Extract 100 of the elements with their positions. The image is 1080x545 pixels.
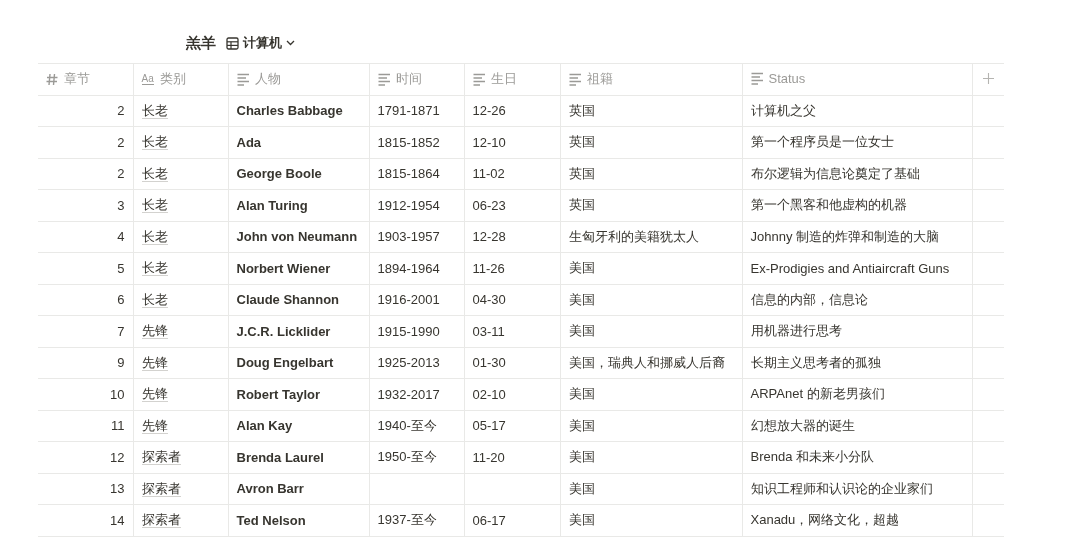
table-cell: Ada [236,134,262,150]
category-link[interactable]: 长老 [141,260,168,277]
chapter-number: 4 [117,229,125,245]
chapter-number: 12 [110,449,125,465]
table-cell: Doug Engelbart [236,355,334,371]
table-cell: Alan Kay [236,418,293,434]
table-cell: 05-17 [472,418,506,434]
table-cell: 1937-至今 [377,512,437,528]
table-cell: 英国 [568,102,595,118]
table-cell: 01-30 [472,355,506,371]
table-cell: 12-26 [472,103,506,119]
plus-icon [982,72,994,84]
table-cell: 布尔逻辑为信息论奠定了基础 [750,165,920,181]
table-cell: 美国 [568,260,595,276]
table-cell: Brenda 和未来小分队 [750,449,875,465]
table-cell: 美国 [568,449,595,465]
table-cell: 第一个程序员是一位女士 [750,134,894,150]
table-cell: 美国 [568,480,595,496]
lines-icon [472,72,485,86]
table-cell: 英国 [568,134,595,150]
table-cell: 1894-1964 [377,260,440,276]
category-link[interactable]: 长老 [141,134,168,151]
table-cell: 1940-至今 [377,417,437,433]
add-column-button[interactable] [982,72,994,84]
table-cell: 1912-1954 [377,197,440,213]
table-cell: 11-02 [472,166,505,182]
table-cell: 信息的内部，信息论 [750,291,868,307]
lines-icon [568,72,581,86]
table-cell: George Boole [236,166,322,182]
table-cell: 1932-2017 [377,386,440,402]
table-cell: ARPAnet 的新老男孩们 [750,386,885,402]
table-cell: 英国 [568,165,595,181]
table-cell: 11-20 [472,449,505,465]
table-cell: Xanadu，网络文化，超越 [750,512,900,528]
chapter-number: 3 [117,197,125,213]
table-cell: 第一个黑客和他虚构的机器 [750,197,907,213]
category-link[interactable]: 长老 [141,102,168,119]
table-cell: 1791-1871 [377,103,440,119]
category-link[interactable]: 先锋 [141,323,168,340]
table-cell: 12-28 [472,229,506,245]
chapter-number: 7 [117,323,125,339]
table-cell: 美国 [568,291,595,307]
category-link[interactable]: 长老 [141,165,168,182]
table-cell: 计算机之父 [750,102,816,118]
category-link[interactable]: 长老 [141,197,168,214]
table-cell: 1950-至今 [377,449,437,465]
table-cell: 12-10 [472,134,506,150]
chapter-number: 5 [117,260,125,276]
table-cell: Robert Taylor [236,386,321,402]
chapter-number: 2 [117,103,125,119]
table-cell: 美国 [568,323,595,339]
table-cell: 生匈牙利的美籍犹太人 [568,228,699,244]
table-cell: 11-26 [472,260,505,276]
chapter-number: 13 [110,481,125,497]
chevron-down-icon [286,40,295,46]
table-cell: J.C.R. Licklider [236,323,331,339]
table-cell: 美国 [568,417,595,433]
table-cell: 长期主义思考者的孤独 [750,354,881,370]
table-cell: 03-11 [472,323,505,339]
chapter-number: 6 [117,292,125,308]
hash-icon [46,72,58,86]
table-cell: Ex-Prodigies and Antiaircraft Guns [750,260,950,276]
chapter-number: 10 [110,386,125,402]
lines-icon [750,71,763,85]
view-selector[interactable]: 计算机 [226,34,295,52]
table-cell: 1815-1852 [377,134,440,150]
category-link[interactable]: 长老 [141,228,168,245]
table-cell: 英国 [568,197,595,213]
database-title: 羔羊 [186,33,216,53]
table-cell: Avron Barr [236,481,304,497]
table-cell: Charles Babbage [236,103,343,119]
lines-icon [236,72,249,86]
chapter-number: 11 [111,418,125,434]
chapter-number: 9 [117,355,125,371]
table-cell: 美国，瑞典人和挪威人后裔 [568,354,725,370]
table-cell: Ted Nelson [236,512,306,528]
table-cell: 1916-2001 [377,292,440,308]
chapter-number: 2 [117,166,125,182]
lines-icon [377,72,390,86]
category-link[interactable]: 先锋 [141,354,168,371]
table-cell: 幻想放大器的诞生 [750,417,855,433]
category-link[interactable]: 先锋 [141,386,168,403]
table-cell: John von Neumann [236,229,358,245]
category-link[interactable]: 长老 [141,291,168,308]
table-cell: Claude Shannon [236,292,340,308]
table-cell: 1915-1990 [377,323,440,339]
table-cell: 04-30 [472,292,506,308]
table-cell: 美国 [568,512,595,528]
chapter-number: 2 [117,134,125,150]
table-cell: 06-23 [472,197,506,213]
table-cell: Alan Turing [236,197,308,213]
category-link[interactable]: 先锋 [141,417,168,434]
table-cell: 用机器进行思考 [750,323,842,339]
table-cell: 1815-1864 [377,166,440,182]
table-cell: Brenda Laurel [236,449,324,465]
table-cell: Norbert Wiener [236,260,331,276]
chapter-number: 14 [110,512,125,528]
table-cell: 1903-1957 [377,229,440,245]
table-cell: 美国 [568,386,595,402]
table-icon [226,36,239,50]
